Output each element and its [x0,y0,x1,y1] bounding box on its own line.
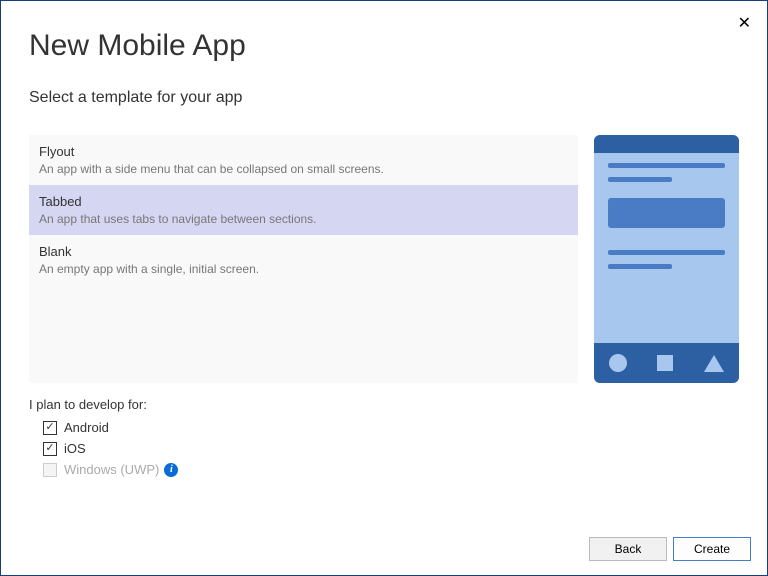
preview-line [608,163,725,168]
checkbox-label: Windows (UWP) [64,462,159,477]
template-desc: An empty app with a single, initial scre… [39,262,568,276]
close-icon[interactable]: ✕ [738,13,751,33]
circle-icon [609,354,627,372]
page-title: New Mobile App [29,29,739,63]
preview-line [608,177,672,182]
template-preview [594,135,739,383]
back-button[interactable]: Back [589,537,667,561]
dialog-content: New Mobile App Select a template for you… [1,1,767,477]
preview-statusbar [594,135,739,153]
info-icon[interactable]: i [164,463,178,477]
checkbox-row-android[interactable]: ✓ Android [43,420,739,435]
template-title: Blank [39,244,568,259]
checkbox-icon [43,463,57,477]
dialog-footer: Back Create [589,537,751,561]
checkbox-icon[interactable]: ✓ [43,421,57,435]
checkbox-row-ios[interactable]: ✓ iOS [43,441,739,456]
checkbox-icon[interactable]: ✓ [43,442,57,456]
template-title: Flyout [39,144,568,159]
template-desc: An app that uses tabs to navigate betwee… [39,212,568,226]
template-item-flyout[interactable]: Flyout An app with a side menu that can … [29,135,578,185]
template-item-blank[interactable]: Blank An empty app with a single, initia… [29,235,578,285]
triangle-icon [704,355,724,372]
preview-body [594,135,739,269]
page-subtitle: Select a template for your app [29,89,739,107]
template-title: Tabbed [39,194,568,209]
plan-label: I plan to develop for: [29,397,739,412]
template-list: Flyout An app with a side menu that can … [29,135,578,383]
checkbox-row-windows: Windows (UWP) i [43,462,739,477]
template-desc: An app with a side menu that can be coll… [39,162,568,176]
checkbox-label: Android [64,420,109,435]
checkbox-label: iOS [64,441,86,456]
preview-line [608,250,725,255]
preview-line [608,264,672,269]
template-item-tabbed[interactable]: Tabbed An app that uses tabs to navigate… [29,185,578,235]
main-row: Flyout An app with a side menu that can … [29,135,739,383]
preview-tabbar [594,343,739,383]
create-button[interactable]: Create [673,537,751,561]
plan-section: I plan to develop for: ✓ Android ✓ iOS W… [29,397,739,477]
square-icon [657,355,673,371]
preview-block [608,198,725,228]
